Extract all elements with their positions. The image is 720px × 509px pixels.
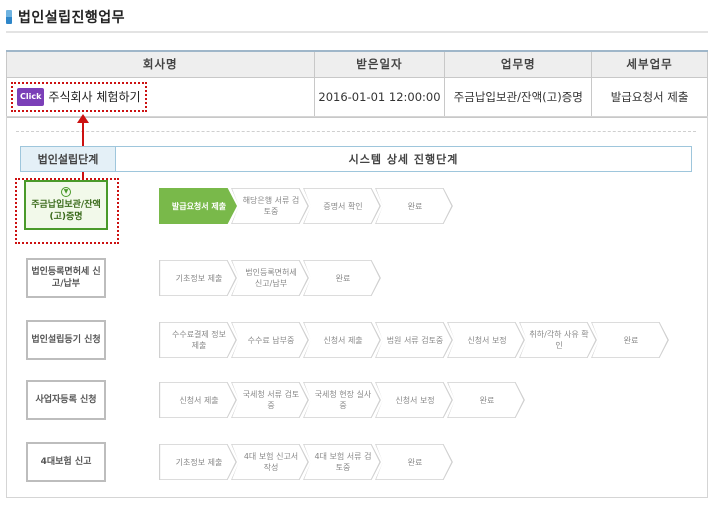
stage-label: 사업자등록 신청 <box>35 395 97 405</box>
step-label: 완료 <box>335 273 351 283</box>
step-label: 신청서 보정 <box>467 335 507 345</box>
dashed-divider <box>16 131 696 132</box>
page-header: 법인설립진행업무 <box>6 6 125 28</box>
step-label: 완료 <box>407 201 423 211</box>
step-label: 증명서 확인 <box>323 201 363 211</box>
step-chevron-list: 수수료결제 정보제출 수수료 납부중 신청서 제출 법원 서류 검토중 신청서 보정 취하… <box>159 320 669 360</box>
step-chevron-list: 기초정보 제출 법인등록면허세 신고/납부 완료 <box>159 258 381 298</box>
page-title: 법인설립진행업무 <box>18 10 126 26</box>
stage-label: 법인설립등기 신청 <box>31 335 101 345</box>
step-chevron: 수수료 납부중 <box>231 322 309 358</box>
step-label: 신청서 제출 <box>323 335 363 345</box>
step-label: 완료 <box>623 335 639 345</box>
step-chevron-list: 발급요청서 제출 해당은행 서류 검토중 증명서 확인 완료 <box>159 186 453 226</box>
pointer-arrow-up-icon <box>77 114 89 123</box>
step-chevron: 4대 보험 신고서 작성 <box>231 444 309 480</box>
company-link[interactable]: 주식회사 체험하기 <box>48 89 140 105</box>
step-label: 수수료결제 정보제출 <box>171 330 227 350</box>
step-label: 신청서 제출 <box>179 395 219 405</box>
step-chevron-list: 기초정보 제출 4대 보험 신고서 작성 4대 보험 서류 검토중 완료 <box>159 442 453 482</box>
step-chevron: 법원 서류 검토중 <box>375 322 453 358</box>
stage-label: 법인등록면허세 신고/납부 <box>31 267 101 289</box>
step-label: 취하/각하 사유 확인 <box>529 330 589 350</box>
stage-button[interactable]: 4대보험 신고 <box>26 442 106 482</box>
step-label: 법원 서류 검토중 <box>386 335 444 345</box>
step-chevron: 법인등록면허세 신고/납부 <box>231 260 309 296</box>
title-divider <box>6 31 708 33</box>
step-chevron: 기초정보 제출 <box>159 260 237 296</box>
step-label: 국세청 서류 검토중 <box>242 390 300 410</box>
step-chevron: 신청서 제출 <box>159 382 237 418</box>
step-label: 해당은행 서류 검토중 <box>242 196 300 216</box>
step-chevron: 신청서 제출 <box>303 322 381 358</box>
step-label: 수수료 납부중 <box>247 335 295 345</box>
step-label: 완료 <box>407 457 423 467</box>
subtask-cell: 발급요청서 제출 <box>591 76 708 118</box>
step-label: 기초정보 제출 <box>175 273 223 283</box>
progress-detail-panel <box>6 116 708 498</box>
column-header-subtask: 세부업무 <box>591 50 708 78</box>
current-stage-icon: ▼ <box>61 187 71 197</box>
stage-label: 4대보험 신고 <box>40 457 92 467</box>
stage-button[interactable]: 법인등록면허세 신고/납부 <box>26 258 106 298</box>
step-label: 완료 <box>479 395 495 405</box>
stage-label: 주금납입보관/잔액(고)증명 <box>31 200 101 222</box>
task-cell: 주금납입보관/잔액(고)증명 <box>444 76 593 118</box>
step-label: 법인등록면허세 신고/납부 <box>245 268 297 288</box>
company-link-highlight[interactable]: Click 주식회사 체험하기 <box>11 82 147 112</box>
step-chevron: 4대 보험 서류 검토중 <box>303 444 381 480</box>
step-chevron: 완료 <box>375 188 453 224</box>
step-label: 발급요청서 제출 <box>171 201 227 211</box>
table-row: Click 주식회사 체험하기 2016-01-01 12:00:00 주금납입… <box>6 76 708 118</box>
step-label: 신청서 보정 <box>395 395 435 405</box>
title-bullet-icon <box>6 10 12 24</box>
stage-column-header: 법인설립단계 <box>21 147 116 171</box>
step-chevron: 신청서 보정 <box>447 322 525 358</box>
step-label: 기초정보 제출 <box>175 457 223 467</box>
stage-button[interactable]: 법인설립등기 신청 <box>26 320 106 360</box>
column-header-date: 받은일자 <box>313 50 446 78</box>
company-cell: Click 주식회사 체험하기 <box>6 76 315 118</box>
stage-button[interactable]: 사업자등록 신청 <box>26 380 106 420</box>
step-chevron: 국세청 현장 실사중 <box>303 382 381 418</box>
step-chevron: 국세청 서류 검토중 <box>231 382 309 418</box>
step-chevron: 신청서 보정 <box>375 382 453 418</box>
step-label: 4대 보험 신고서 작성 <box>243 452 299 472</box>
step-chevron: 수수료결제 정보제출 <box>159 322 237 358</box>
column-header-task: 업무명 <box>444 50 593 78</box>
click-badge: Click <box>17 88 45 106</box>
steps-column-header: 시스템 상세 진행단계 <box>348 153 459 166</box>
step-label: 4대 보험 서류 검토중 <box>314 452 372 472</box>
step-chevron: 완료 <box>447 382 525 418</box>
step-chevron: 취하/각하 사유 확인 <box>519 322 597 358</box>
step-chevron: 기초정보 제출 <box>159 444 237 480</box>
step-chevron: 완료 <box>375 444 453 480</box>
step-chevron: 해당은행 서류 검토중 <box>231 188 309 224</box>
table-header-row: 회사명 받은일자 업무명 세부업무 <box>6 50 708 78</box>
company-task-table: 회사명 받은일자 업무명 세부업무 Click 주식회사 체험하기 2016-0… <box>6 50 708 118</box>
step-chevron: 완료 <box>303 260 381 296</box>
stage-button[interactable]: ▼ 주금납입보관/잔액(고)증명 <box>24 180 108 230</box>
date-cell: 2016-01-01 12:00:00 <box>313 76 446 118</box>
step-chevron: 완료 <box>591 322 669 358</box>
step-chevron-list: 신청서 제출 국세청 서류 검토중 국세청 현장 실사중 신청서 보정 완료 <box>159 380 525 420</box>
step-chevron-current: 발급요청서 제출 <box>159 188 237 224</box>
step-label: 국세청 현장 실사중 <box>314 390 372 410</box>
column-header-company: 회사명 <box>6 50 315 78</box>
step-chevron: 증명서 확인 <box>303 188 381 224</box>
progress-header-bar: 법인설립단계 시스템 상세 진행단계 <box>20 146 692 172</box>
